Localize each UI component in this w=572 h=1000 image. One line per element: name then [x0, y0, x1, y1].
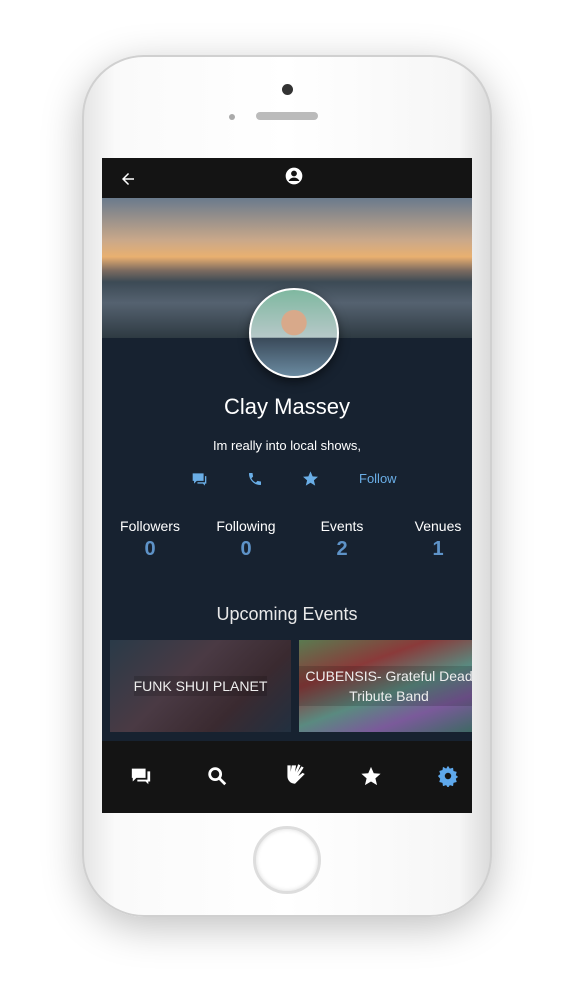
event-card[interactable]: FUNK SHUI PLANET	[110, 640, 291, 732]
stat-label: Followers	[120, 518, 180, 534]
stat-followers[interactable]: Followers 0	[104, 518, 196, 561]
app-screen: Clay Massey Im really into local shows, …	[102, 158, 472, 813]
stat-venues[interactable]: Venues 1	[392, 518, 472, 561]
star-icon[interactable]	[360, 765, 382, 787]
stat-value: 0	[144, 538, 156, 560]
stat-label: Venues	[414, 518, 462, 534]
stat-value: 1	[432, 538, 444, 560]
follow-button[interactable]: Follow	[359, 471, 397, 486]
account-icon[interactable]	[284, 166, 304, 186]
stat-label: Events	[320, 518, 364, 534]
back-arrow-icon[interactable]	[119, 170, 137, 188]
search-icon[interactable]	[206, 765, 228, 787]
stat-following[interactable]: Following 0	[200, 518, 292, 561]
upcoming-events-title: Upcoming Events	[216, 604, 358, 624]
stat-value: 2	[336, 538, 348, 560]
gear-icon[interactable]	[437, 765, 459, 787]
phone-icon[interactable]	[247, 471, 263, 487]
stat-events[interactable]: Events 2	[296, 518, 388, 561]
front-camera	[282, 84, 293, 95]
profile-bio: Im really into local shows,	[212, 438, 362, 453]
event-card[interactable]: CUBENSIS- Grateful Dead Tribute Band	[299, 640, 472, 732]
profile-name: Clay Massey	[224, 394, 350, 419]
hand-icon[interactable]	[282, 761, 308, 787]
star-icon[interactable]	[302, 470, 319, 487]
top-bar	[102, 158, 472, 198]
event-title: CUBENSIS- Grateful Dead Tribute Band	[299, 666, 472, 706]
home-button[interactable]	[253, 826, 321, 894]
event-title: FUNK SHUI PLANET	[133, 676, 268, 696]
message-icon[interactable]	[191, 472, 208, 487]
speaker	[256, 112, 318, 120]
stat-value: 0	[240, 538, 252, 560]
avatar	[249, 288, 339, 378]
stat-label: Following	[216, 518, 276, 534]
sensor	[229, 114, 235, 120]
chat-icon[interactable]	[130, 765, 152, 787]
bottom-nav	[102, 741, 472, 813]
